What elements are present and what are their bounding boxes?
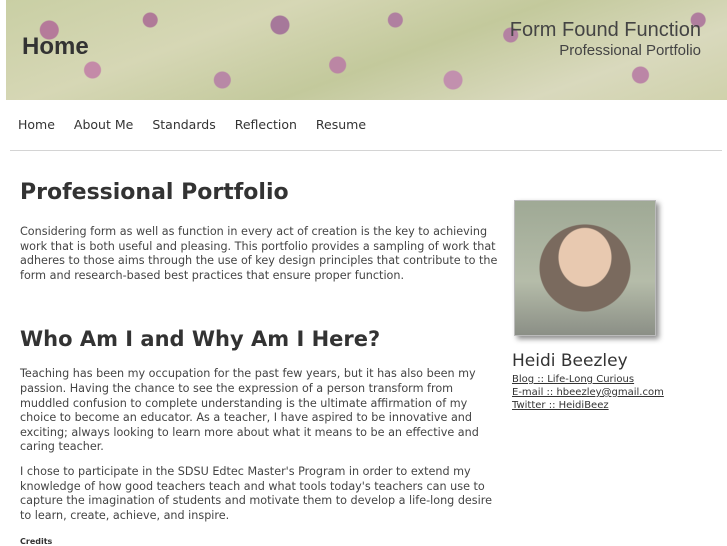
intro-paragraph: Considering form as well as function in … [20, 225, 498, 282]
site-branding: Form Found Function Professional Portfol… [510, 18, 701, 60]
about-paragraph-2: I chose to participate in the SDSU Edtec… [20, 464, 492, 522]
main-content: Professional Portfolio Considering form … [20, 180, 500, 533]
site-subtitle: Professional Portfolio [559, 42, 701, 59]
section-heading: Professional Portfolio [20, 180, 289, 205]
nav-item-about-me[interactable]: About Me [74, 117, 133, 132]
profile-sidebar: Heidi Beezley Blog :: Life-Long Curious … [512, 351, 664, 412]
twitter-link[interactable]: Twitter :: HeidiBeez [512, 399, 664, 412]
nav-item-resume[interactable]: Resume [316, 117, 366, 132]
main-nav: Home About Me Standards Reflection Resum… [18, 117, 366, 132]
header-banner: Home Form Found Function Professional Po… [6, 0, 727, 100]
subsection-heading: Who Am I and Why Am I Here? [20, 327, 381, 352]
page-title: Home [22, 33, 89, 60]
nav-divider [10, 150, 722, 151]
about-paragraph-1: Teaching has been my occupation for the … [20, 367, 479, 454]
site-title: Form Found Function [509, 19, 701, 41]
blog-link[interactable]: Blog :: Life-Long Curious [512, 373, 664, 386]
nav-item-reflection[interactable]: Reflection [235, 117, 297, 132]
email-link[interactable]: E-mail :: hbeezley@gmail.com [512, 386, 664, 399]
nav-item-home[interactable]: Home [18, 117, 55, 132]
nav-item-standards[interactable]: Standards [152, 117, 215, 132]
profile-name: Heidi Beezley [512, 351, 628, 371]
profile-photo [514, 200, 656, 336]
